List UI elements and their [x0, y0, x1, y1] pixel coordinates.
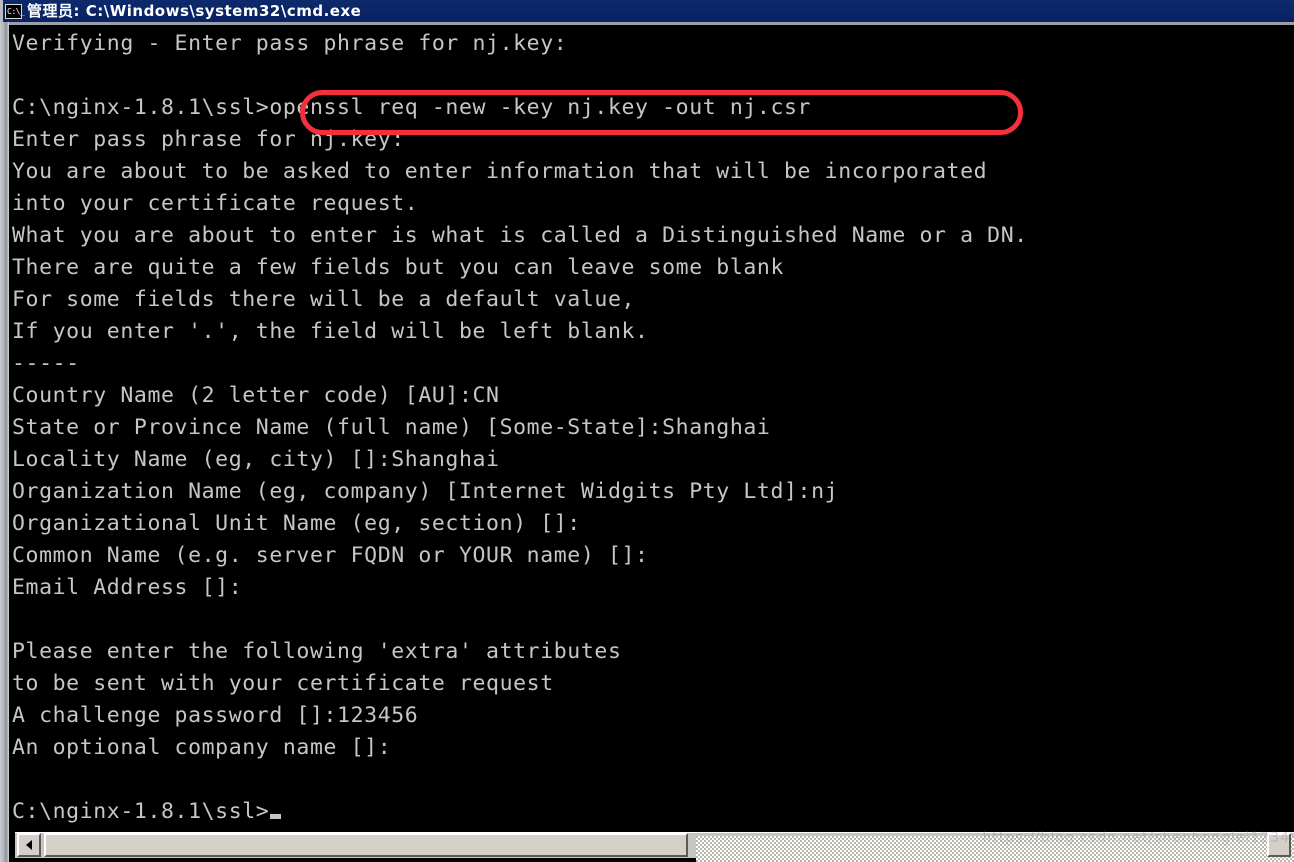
console-line: An optional company name []:	[12, 735, 392, 760]
horizontal-scrollbar[interactable]	[9, 829, 1294, 862]
window-frame-left	[0, 22, 9, 862]
console-line: Organizational Unit Name (eg, section) […	[12, 511, 581, 536]
console-line: Email Address []:	[12, 575, 243, 600]
console-line: There are quite a few fields but you can…	[12, 255, 785, 280]
console-line: into your certificate request.	[12, 191, 419, 216]
console-line: Please enter the following 'extra' attri…	[12, 639, 622, 664]
console-line: You are about to be asked to enter infor…	[12, 159, 988, 184]
cmd-icon[interactable]: C:\_	[5, 3, 25, 19]
console-line: Common Name (e.g. server FQDN or YOUR na…	[12, 543, 649, 568]
scroll-left-arrow-icon[interactable]	[17, 833, 41, 857]
console-line-list: Verifying - Enter pass phrase for nj.key…	[12, 28, 1028, 826]
console-line: Locality Name (eg, city) []:Shanghai	[12, 447, 500, 472]
console-line: A challenge password []:123456	[12, 703, 419, 728]
console-line: Country Name (2 letter code) [AU]:CN	[12, 383, 500, 408]
console-line: For some fields there will be a default …	[12, 287, 636, 312]
window-title: 管理员: C:\Windows\system32\cmd.exe	[27, 2, 362, 20]
console-line: State or Province Name (full name) [Some…	[12, 415, 771, 440]
console-line: Verifying - Enter pass phrase for nj.key…	[12, 31, 568, 56]
title-bar[interactable]: C:\_ 管理员: C:\Windows\system32\cmd.exe	[0, 0, 1294, 22]
triangle-left-icon	[26, 840, 32, 850]
console-line: Enter pass phrase for nj.key:	[12, 127, 405, 152]
console-line: -----	[12, 351, 80, 376]
scrollbar-thumb[interactable]	[44, 833, 688, 857]
window-frame-edge	[0, 0, 3, 22]
console-line: If you enter '.', the field will be left…	[12, 319, 649, 344]
text-cursor	[270, 814, 282, 819]
cmd-window: C:\_ 管理员: C:\Windows\system32\cmd.exe Ve…	[0, 0, 1294, 862]
console-output-area[interactable]: Verifying - Enter pass phrase for nj.key…	[9, 25, 1294, 826]
console-line: Organization Name (eg, company) [Interne…	[12, 479, 839, 504]
scrollbar-trough[interactable]	[696, 836, 1294, 862]
scroll-right-arrow-icon[interactable]	[1267, 833, 1291, 857]
console-line: C:\nginx-1.8.1\ssl>openssl req -new -key…	[12, 95, 812, 120]
console-line: C:\nginx-1.8.1\ssl>	[12, 796, 1028, 826]
console-line: What you are about to enter is what is c…	[12, 223, 1028, 248]
console-line: to be sent with your certificate request	[12, 671, 554, 696]
